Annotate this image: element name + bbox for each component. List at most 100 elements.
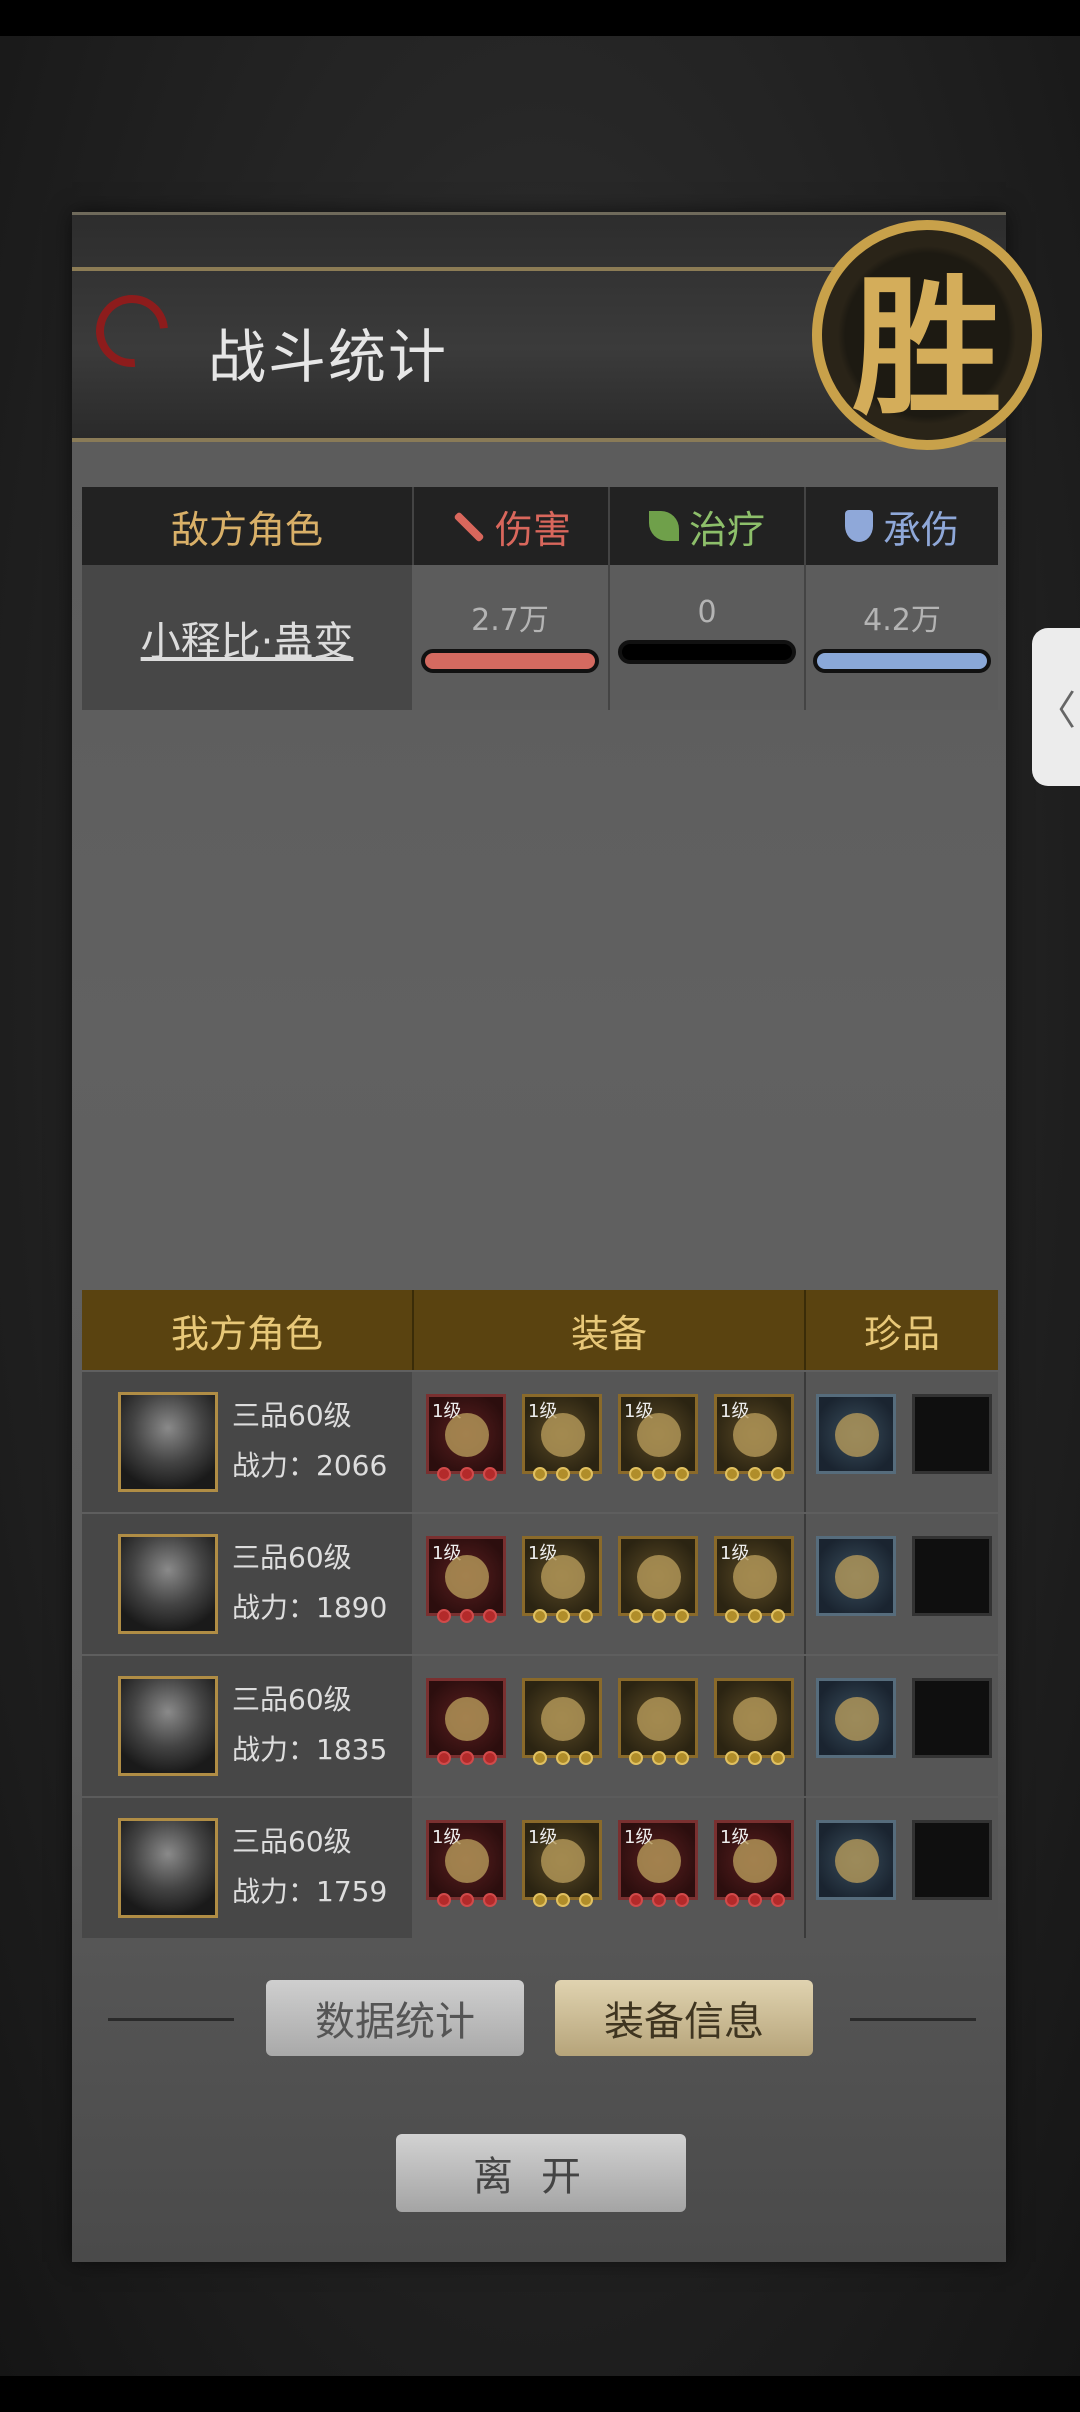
taken-header: 承伤	[804, 487, 998, 565]
hero-rank: 三品60级	[232, 1825, 352, 1858]
taken-header-label: 承伤	[882, 507, 959, 552]
equipment-icon	[637, 1413, 681, 1457]
hero-portrait[interactable]	[118, 1534, 218, 1634]
shield-icon	[844, 510, 873, 542]
damage-stat: 2.7万	[412, 565, 608, 710]
equipment-icon	[541, 1839, 585, 1883]
treasure-slot[interactable]	[816, 1820, 896, 1900]
divider-left	[108, 2018, 234, 2021]
equipment-icon	[445, 1413, 489, 1457]
equipment-slot[interactable]: 1级	[426, 1536, 506, 1623]
star-dots	[725, 1893, 785, 1907]
hero-rank: 三品60级	[232, 1541, 352, 1574]
enemy-table-header: 敌方角色 伤害 治疗 承伤	[82, 487, 998, 565]
status-bar	[0, 0, 1080, 36]
equipment-icon	[541, 1555, 585, 1599]
equipment-icon	[541, 1413, 585, 1457]
star-dots	[629, 1751, 689, 1765]
hero-info: 三品60级 战力：1759	[82, 1798, 412, 1938]
hero-power: 战力：2066	[232, 1449, 388, 1482]
equipment-slot[interactable]	[714, 1678, 794, 1765]
equipment-slot[interactable]: 1级	[426, 1820, 506, 1907]
data-stats-button[interactable]: 数据统计	[266, 1980, 524, 2056]
equipment-icon	[733, 1839, 777, 1883]
hero-row: 三品60级 战力：1890 1级 1级 1级	[82, 1514, 998, 1654]
column-divider	[804, 1372, 806, 1512]
star-dots	[629, 1467, 689, 1481]
equipment-slot[interactable]: 1级	[714, 1820, 794, 1907]
ally-role-header: 我方角色	[170, 1311, 323, 1356]
equipment-slot[interactable]	[426, 1678, 506, 1765]
heal-header-label: 治疗	[688, 507, 765, 552]
hero-rank: 三品60级	[232, 1399, 352, 1432]
side-drawer-tab[interactable]: 〈	[1032, 628, 1080, 786]
leave-button[interactable]: 离开	[396, 2134, 686, 2212]
equipment-slot[interactable]: 1级	[618, 1394, 698, 1481]
page-title: 战斗统计	[208, 323, 449, 391]
equipment-slot[interactable]: 1级	[522, 1536, 602, 1623]
treasure-slot[interactable]	[816, 1678, 896, 1758]
equipment-slot[interactable]	[522, 1678, 602, 1765]
treasure-header: 珍品	[804, 1290, 998, 1370]
enemy-role-header: 敌方角色	[170, 507, 323, 552]
equipment-slot[interactable]: 1级	[426, 1394, 506, 1481]
equipment-info-button[interactable]: 装备信息	[555, 1980, 813, 2056]
star-dots	[725, 1751, 785, 1765]
sword-icon	[451, 509, 485, 543]
equipment-slot[interactable]: 1级	[522, 1820, 602, 1907]
heal-bar	[618, 640, 796, 664]
taken-bar	[813, 649, 991, 673]
hero-portrait[interactable]	[118, 1676, 218, 1776]
equipment-icon	[445, 1697, 489, 1741]
heal-stat: 0	[608, 565, 804, 710]
treasure-slot[interactable]	[816, 1394, 896, 1474]
star-dots	[437, 1609, 497, 1623]
treasure-icon	[835, 1555, 879, 1599]
hero-row: 三品60级战力：1835	[82, 1656, 998, 1796]
star-dots	[437, 1751, 497, 1765]
hero-equipment	[412, 1656, 998, 1796]
ally-table-header: 我方角色 装备 珍品	[82, 1290, 998, 1370]
equipment-slot[interactable]: 1级	[714, 1394, 794, 1481]
equipment-icon	[445, 1555, 489, 1599]
treasure-slot[interactable]	[912, 1394, 992, 1474]
heal-value: 0	[697, 595, 717, 630]
equipment-slot[interactable]: 1级	[522, 1394, 602, 1481]
heal-header: 治疗	[608, 487, 804, 565]
equipment-slot[interactable]	[618, 1536, 698, 1623]
equipment-icon	[733, 1555, 777, 1599]
damage-value: 2.7万	[471, 603, 549, 638]
equipment-slot[interactable]	[618, 1678, 698, 1765]
hero-info: 三品60级战力：2066	[82, 1372, 412, 1512]
treasure-slot[interactable]	[912, 1536, 992, 1616]
equipment-slot[interactable]: 1级	[618, 1820, 698, 1907]
damage-header-label: 伤害	[494, 507, 571, 552]
treasure-slot[interactable]	[912, 1820, 992, 1900]
hero-portrait[interactable]	[118, 1818, 218, 1918]
damage-header: 伤害	[412, 487, 608, 565]
hero-power: 战力：1890	[232, 1591, 388, 1624]
swirl-icon	[81, 280, 183, 382]
victory-seal: 胜	[812, 220, 1042, 450]
star-dots	[533, 1609, 593, 1623]
enemy-name-link[interactable]: 小释比·蛊变	[82, 565, 412, 710]
equipment-icon	[637, 1555, 681, 1599]
hero-info: 三品60级战力：1890	[82, 1514, 412, 1654]
treasure-slot[interactable]	[816, 1536, 896, 1616]
enemy-row: 小释比·蛊变 2.7万 0 4.2万	[82, 565, 998, 710]
star-dots	[533, 1467, 593, 1481]
hero-equipment: 1级 1级 1级 1级	[412, 1372, 998, 1512]
leaf-icon	[648, 511, 679, 541]
hero-equipment: 1级 1级 1级	[412, 1514, 998, 1654]
hero-row: 三品60级 战力：2066 1级 1级 1级 1级	[82, 1372, 998, 1512]
hero-equipment: 1级 1级 1级 1级	[412, 1798, 998, 1938]
equipment-slot[interactable]: 1级	[714, 1536, 794, 1623]
treasure-icon	[835, 1413, 879, 1457]
equipment-icon	[445, 1839, 489, 1883]
star-dots	[533, 1893, 593, 1907]
treasure-slot[interactable]	[912, 1678, 992, 1758]
hero-power: 战力：1835	[232, 1733, 388, 1766]
hero-rank: 三品60级	[232, 1683, 352, 1716]
star-dots	[533, 1751, 593, 1765]
hero-portrait[interactable]	[118, 1392, 218, 1492]
